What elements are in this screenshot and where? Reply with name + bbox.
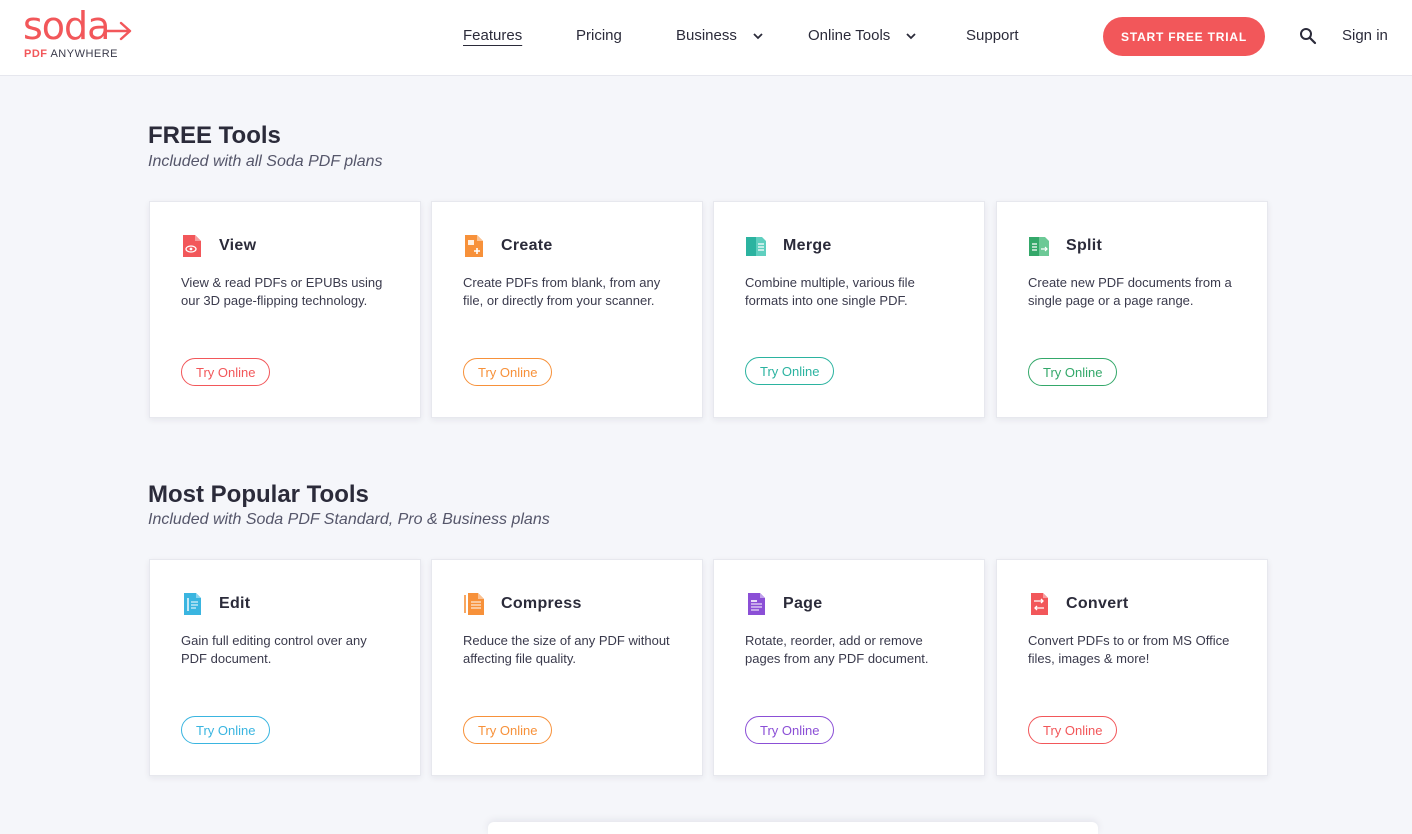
- chevron-down-icon: [906, 32, 917, 39]
- logo-sub-brand: PDF: [24, 48, 48, 60]
- tool-card-edit: Edit Gain full editing control over any …: [149, 559, 421, 776]
- try-online-create-button[interactable]: Try Online: [463, 358, 553, 386]
- tool-card-compress: Compress Reduce the size of any PDF with…: [431, 559, 703, 776]
- nav-online-tools[interactable]: Online Tools: [808, 27, 917, 44]
- compress-doc-icon: [464, 593, 484, 615]
- nav-features[interactable]: Features: [463, 27, 522, 44]
- popular-tools-subtitle: Included with Soda PDF Standard, Pro & B…: [148, 511, 550, 528]
- try-online-view-button[interactable]: Try Online: [181, 358, 271, 386]
- card-description: Rotate, reorder, add or remove pages fro…: [745, 633, 929, 666]
- create-doc-icon: [465, 235, 483, 257]
- nav-business[interactable]: Business: [676, 27, 763, 44]
- nav-support[interactable]: Support: [966, 27, 1019, 44]
- tool-card-convert: Convert Convert PDFs to or from MS Offic…: [996, 559, 1268, 776]
- view-doc-icon: [183, 235, 201, 257]
- card-description: Reduce the size of any PDF without affec…: [463, 633, 670, 666]
- card-description: Convert PDFs to or from MS Office files,…: [1028, 633, 1230, 666]
- nav-pricing[interactable]: Pricing: [576, 27, 622, 44]
- tool-card-create: Create Create PDFs from blank, from any …: [431, 201, 703, 418]
- convert-doc-icon: [1031, 593, 1048, 615]
- search-icon[interactable]: [1299, 27, 1317, 45]
- card-title: Page: [783, 595, 823, 612]
- free-tools-heading: FREE Tools: [148, 122, 281, 149]
- try-online-compress-button[interactable]: Try Online: [463, 716, 553, 744]
- nav-online-tools-label: Online Tools: [808, 27, 891, 44]
- edit-doc-icon: [184, 593, 201, 615]
- tool-card-merge: Merge Combine multiple, various file for…: [713, 201, 985, 418]
- page-doc-icon: [748, 593, 765, 615]
- try-online-page-button[interactable]: Try Online: [745, 716, 835, 744]
- try-online-edit-button[interactable]: Try Online: [181, 716, 271, 744]
- free-tools-subtitle: Included with all Soda PDF plans: [148, 153, 383, 170]
- card-title: Convert: [1066, 595, 1129, 612]
- top-navigation-bar: soda PDF ANYWHERE Features Pricing Busin…: [0, 0, 1412, 76]
- logo-sub-rest: ANYWHERE: [50, 48, 119, 60]
- soda-pdf-logo[interactable]: soda PDF ANYWHERE: [23, 4, 135, 62]
- card-description: Create new PDF documents from a single p…: [1028, 275, 1232, 308]
- chevron-down-icon: [753, 32, 763, 39]
- card-description: Gain full editing control over any PDF d…: [181, 633, 367, 666]
- try-online-merge-button[interactable]: Try Online: [745, 357, 835, 385]
- logo-subtitle: PDF ANYWHERE: [24, 48, 118, 60]
- start-free-trial-button[interactable]: START FREE TRIAL: [1103, 17, 1265, 56]
- card-title: View: [219, 237, 257, 254]
- tool-card-split: Split Create new PDF documents from a si…: [996, 201, 1268, 418]
- card-title: Edit: [219, 595, 251, 612]
- sign-in-link[interactable]: Sign in: [1342, 27, 1388, 44]
- merge-doc-icon: [746, 237, 766, 256]
- card-title: Create: [501, 237, 553, 254]
- try-online-convert-button[interactable]: Try Online: [1028, 716, 1118, 744]
- tool-card-page: Page Rotate, reorder, add or remove page…: [713, 559, 985, 776]
- popular-tools-heading: Most Popular Tools: [148, 481, 369, 508]
- card-title: Compress: [501, 595, 582, 612]
- logo-arrow-icon: [103, 21, 132, 41]
- nav-business-label: Business: [676, 27, 737, 44]
- split-doc-icon: [1029, 237, 1049, 256]
- tool-card-view: View View & read PDFs or EPUBs using our…: [149, 201, 421, 418]
- card-description: Create PDFs from blank, from any file, o…: [463, 275, 661, 308]
- logo-wordmark: soda: [23, 4, 110, 48]
- card-title: Merge: [783, 237, 832, 254]
- bottom-panel-edge: [488, 822, 1098, 834]
- try-online-split-button[interactable]: Try Online: [1028, 358, 1118, 386]
- card-description: Combine multiple, various file formats i…: [745, 275, 915, 308]
- card-description: View & read PDFs or EPUBs using our 3D p…: [181, 275, 383, 308]
- card-title: Split: [1066, 237, 1103, 254]
